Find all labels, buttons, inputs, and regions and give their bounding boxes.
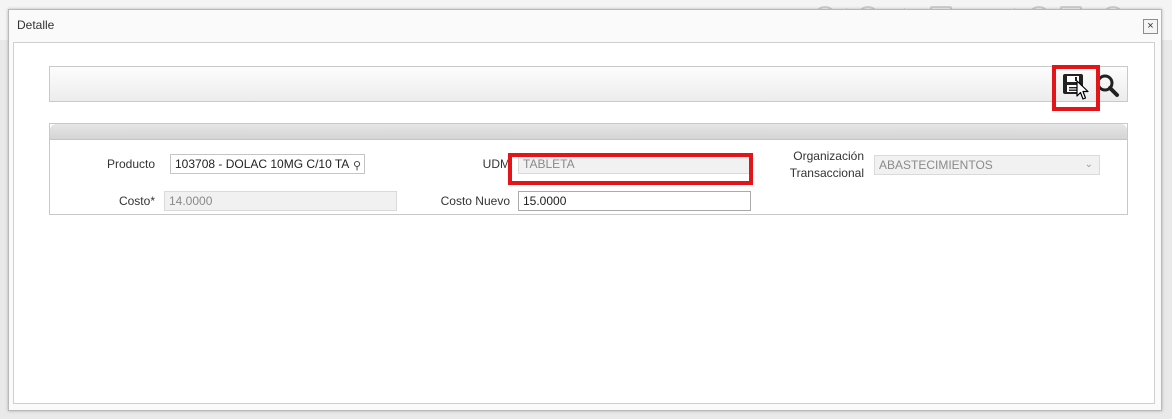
magnifier-icon <box>1096 74 1119 97</box>
chevron-down-icon: ⌄ <box>1084 159 1093 170</box>
search-button[interactable] <box>1094 71 1120 99</box>
form-panel-header <box>50 124 1127 140</box>
org-label-line1: Organización <box>793 149 864 163</box>
org-select[interactable]: ABASTECIMIENTOS ⌄ <box>874 155 1100 175</box>
udm-label: UDM <box>482 157 510 171</box>
costo-nuevo-label: Costo Nuevo <box>440 194 510 208</box>
action-toolbar <box>49 65 1128 111</box>
close-button[interactable]: × <box>1143 19 1158 34</box>
org-label: Organización Transaccional <box>754 148 864 182</box>
org-label-line2: Transaccional <box>789 166 864 180</box>
producto-field[interactable]: 103708 - DOLAC 10MG C/10 TA ⚲ <box>170 154 365 174</box>
floppy-disk-icon <box>1063 74 1083 94</box>
producto-label: Producto <box>106 157 155 171</box>
costo-nuevo-input[interactable]: 15.0000 <box>518 191 751 211</box>
costo-field[interactable]: 14.0000 <box>164 191 397 211</box>
save-button[interactable] <box>1060 70 1086 98</box>
org-value: ABASTECIMIENTOS <box>879 158 993 172</box>
costo-label: Costo* <box>118 194 155 208</box>
producto-value: 103708 - DOLAC 10MG C/10 TA <box>175 157 350 171</box>
dialog-body: Producto 103708 - DOLAC 10MG C/10 TA ⚲ U… <box>13 42 1155 404</box>
lookup-icon[interactable]: ⚲ <box>353 157 361 173</box>
detail-dialog: Detalle × Producto 103708 - DOLAC 10MG C… <box>8 9 1162 411</box>
dialog-title: Detalle <box>17 18 55 32</box>
udm-field[interactable]: TABLETA <box>518 154 751 174</box>
